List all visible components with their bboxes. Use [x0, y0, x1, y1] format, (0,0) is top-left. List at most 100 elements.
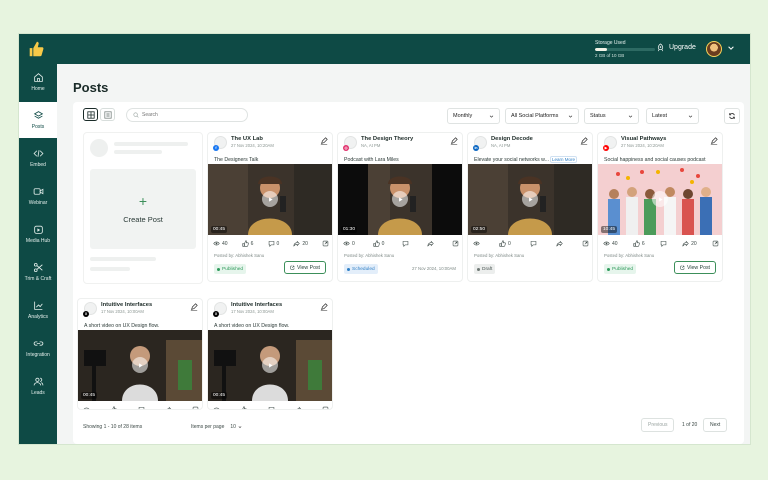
play-button[interactable] — [262, 191, 278, 207]
status-dot — [607, 267, 610, 271]
post-card[interactable]: ▶ Visual Pathways 27 Nov 2024, 10:20AM S… — [597, 132, 723, 282]
external-link-icon — [192, 406, 199, 409]
card-description: A short video on UX Design flow. — [84, 323, 160, 329]
post-card[interactable]: X Intuitive Interfaces 17 Nov 2024, 10:0… — [207, 298, 333, 410]
create-post-button[interactable]: + Create Post — [90, 169, 196, 249]
edit-icon[interactable] — [580, 137, 588, 145]
likes-stat[interactable]: 6 — [633, 240, 645, 247]
sidebar-item-media-hub[interactable]: Media Hub — [19, 216, 57, 252]
sidebar-item-leads[interactable]: Leads — [19, 368, 57, 404]
learn-more-link[interactable]: Learn More — [549, 156, 577, 163]
video-thumbnail[interactable]: 00:45 — [208, 330, 332, 401]
likes-stat[interactable]: 6 — [242, 240, 253, 247]
card-header: in Design Decode NA, At PM Elevate your … — [473, 136, 588, 163]
comments-stat[interactable] — [530, 240, 537, 247]
views-stat[interactable]: 0 — [343, 240, 355, 247]
status-dropdown[interactable]: Status — [584, 108, 639, 124]
view-post-button[interactable]: View Post — [674, 261, 716, 274]
sidebar-item-webinar[interactable]: Webinar — [19, 178, 57, 214]
refresh-button[interactable] — [724, 108, 740, 124]
skeleton-avatar — [90, 139, 108, 157]
status-dropdown-label: Status — [590, 113, 606, 119]
shares-stat[interactable]: 20 — [682, 240, 697, 247]
card-stats: 0 — [473, 239, 589, 248]
comments-stat[interactable] — [138, 406, 145, 409]
play-button[interactable] — [132, 357, 148, 373]
shares-stat[interactable]: 20 — [293, 240, 308, 247]
video-thumbnail[interactable]: 10:45 — [598, 164, 722, 235]
sort-dropdown[interactable]: Latest — [646, 108, 699, 124]
views-count: 0 — [352, 240, 355, 247]
grid-view-button[interactable] — [83, 108, 98, 121]
list-view-button[interactable] — [100, 108, 115, 121]
comments-stat[interactable] — [660, 240, 667, 247]
video-thumbnail[interactable]: 00:45 — [208, 164, 332, 235]
open-post-button[interactable] — [192, 406, 199, 409]
period-dropdown[interactable]: Monthly — [447, 108, 500, 124]
views-stat[interactable]: 40 — [213, 240, 228, 247]
sidebar-item-integration[interactable]: Integration — [19, 330, 57, 366]
play-icon — [398, 196, 403, 202]
edit-icon[interactable] — [710, 137, 718, 145]
play-button[interactable] — [522, 191, 538, 207]
edit-icon[interactable] — [320, 303, 328, 311]
sidebar-item-analytics[interactable]: Analytics — [19, 292, 57, 328]
edit-icon[interactable] — [190, 303, 198, 311]
video-thumbnail[interactable]: 01:30 — [338, 164, 462, 235]
likes-stat[interactable]: 0 — [499, 240, 511, 247]
sidebar-item-embed[interactable]: Embed — [19, 140, 57, 176]
previous-page-button[interactable]: Previous — [641, 418, 675, 432]
shares-stat[interactable] — [165, 406, 172, 409]
view-post-button[interactable]: View Post — [284, 261, 326, 274]
next-page-button[interactable]: Next — [703, 418, 728, 432]
scissors-icon — [33, 262, 43, 273]
edit-icon[interactable] — [320, 137, 328, 145]
open-post-button[interactable] — [582, 240, 589, 247]
platform-dropdown[interactable]: All Social Platforms — [505, 108, 579, 124]
avatar[interactable] — [706, 41, 722, 57]
video-thumbnail[interactable]: 00:45 — [78, 330, 202, 401]
chevron-down-icon[interactable] — [727, 44, 735, 52]
open-post-button[interactable] — [712, 240, 719, 247]
upgrade-button[interactable]: Upgrade — [656, 43, 696, 52]
views-stat[interactable] — [83, 406, 90, 409]
sort-dropdown-label: Latest — [652, 113, 667, 119]
sidebar-item-trim-craft[interactable]: Trim & Craft — [19, 254, 57, 290]
post-card[interactable]: f The UX Lab 27 Nov 2024, 10:20AM The De… — [207, 132, 333, 282]
posted-by: Posted by: Abhishek Sanu — [214, 253, 265, 258]
play-button[interactable] — [392, 191, 408, 207]
edit-icon[interactable] — [450, 137, 458, 145]
views-stat[interactable] — [213, 406, 220, 409]
play-button[interactable] — [652, 191, 668, 207]
open-post-button[interactable] — [452, 240, 459, 247]
open-post-button[interactable] — [322, 240, 329, 247]
post-card[interactable]: in Design Decode NA, At PM Elevate your … — [467, 132, 593, 282]
list-icon — [103, 110, 112, 119]
post-card[interactable]: X Intuitive Interfaces 17 Nov 2024, 10:0… — [77, 298, 203, 410]
comment-icon — [403, 241, 409, 247]
comments-stat[interactable] — [402, 240, 409, 247]
card-date: NA, At PM — [491, 143, 511, 148]
shares-stat[interactable] — [556, 240, 563, 247]
post-card[interactable]: ◎ The Design Theory NA, At PM Podcast wi… — [337, 132, 463, 282]
open-post-button[interactable] — [322, 406, 329, 409]
sidebar-item-posts[interactable]: Posts — [19, 102, 57, 138]
thumbs-up-icon — [112, 406, 117, 409]
play-button[interactable] — [262, 357, 278, 373]
status-dot — [347, 267, 350, 271]
likes-stat[interactable] — [110, 406, 117, 409]
thumbs-up-logo-icon[interactable] — [27, 40, 45, 58]
views-stat[interactable] — [473, 240, 480, 247]
search-input[interactable] — [142, 112, 242, 118]
shares-stat[interactable] — [295, 406, 302, 409]
likes-stat[interactable] — [240, 406, 247, 409]
likes-stat[interactable]: 0 — [373, 240, 384, 247]
views-stat[interactable]: 40 — [603, 240, 618, 247]
comments-stat[interactable] — [268, 406, 275, 409]
items-per-page-select[interactable]: 10 — [230, 424, 242, 430]
shares-stat[interactable] — [427, 240, 434, 247]
card-description: Podcast with Lara Miles — [344, 157, 399, 163]
sidebar-item-home[interactable]: Home — [19, 64, 57, 100]
comments-stat[interactable]: 0 — [268, 240, 279, 247]
video-thumbnail[interactable]: 02:50 — [468, 164, 592, 235]
